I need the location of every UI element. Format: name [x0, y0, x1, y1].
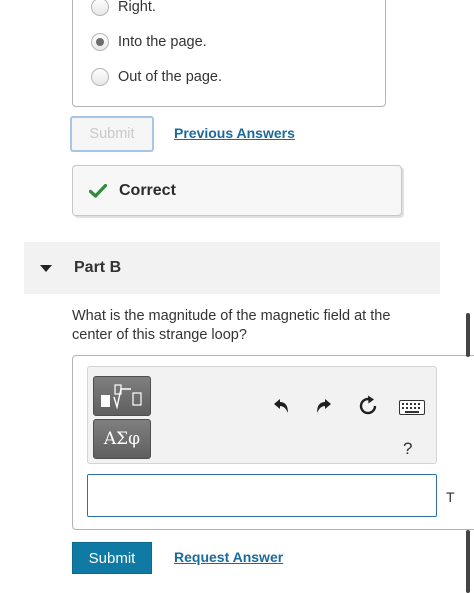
math-toolbar: ΑΣφ ?: [87, 366, 437, 464]
greek-symbols-button[interactable]: ΑΣφ: [93, 419, 151, 459]
collapse-caret-icon[interactable]: [40, 264, 52, 272]
feedback-correct: Correct: [72, 165, 402, 216]
scrollbar-indicator: [466, 530, 470, 593]
help-button[interactable]: ?: [403, 439, 412, 459]
choice-into-the-page[interactable]: Into the page.: [91, 32, 207, 52]
part-b-submit-button[interactable]: Submit: [72, 542, 152, 574]
unit-label: T: [446, 489, 455, 505]
question-text: What is the magnitude of the magnetic fi…: [72, 308, 391, 343]
scrollbar-indicator: [466, 313, 470, 357]
radio-button[interactable]: [91, 0, 109, 16]
answer-box: ΑΣφ ?: [72, 355, 474, 530]
choice-label: Right.: [118, 0, 156, 15]
part-a-submit-button[interactable]: Submit: [70, 116, 154, 152]
radio-button-selected[interactable]: [91, 33, 109, 51]
choice-out-of-the-page[interactable]: Out of the page.: [91, 67, 222, 87]
checkmark-icon: [89, 183, 107, 198]
keyboard-icon[interactable]: [399, 400, 425, 415]
part-b-header[interactable]: Part B: [24, 242, 440, 294]
feedback-text: Correct: [119, 181, 176, 199]
redo-icon[interactable]: [314, 396, 334, 416]
choice-right[interactable]: Right.: [91, 0, 156, 17]
previous-answers-link[interactable]: Previous Answers: [174, 125, 295, 141]
radio-button[interactable]: [91, 68, 109, 86]
answer-input[interactable]: [87, 474, 437, 517]
reset-icon[interactable]: [356, 394, 380, 418]
undo-icon[interactable]: [271, 396, 291, 416]
templates-icon: [101, 384, 142, 410]
choice-label: Into the page.: [118, 34, 207, 50]
templates-button[interactable]: [93, 376, 151, 416]
request-answer-link[interactable]: Request Answer: [174, 549, 283, 565]
part-a-choices: Right. Into the page. Out of the page.: [72, 0, 386, 107]
choice-label: Out of the page.: [118, 69, 222, 85]
part-title: Part B: [74, 259, 122, 276]
